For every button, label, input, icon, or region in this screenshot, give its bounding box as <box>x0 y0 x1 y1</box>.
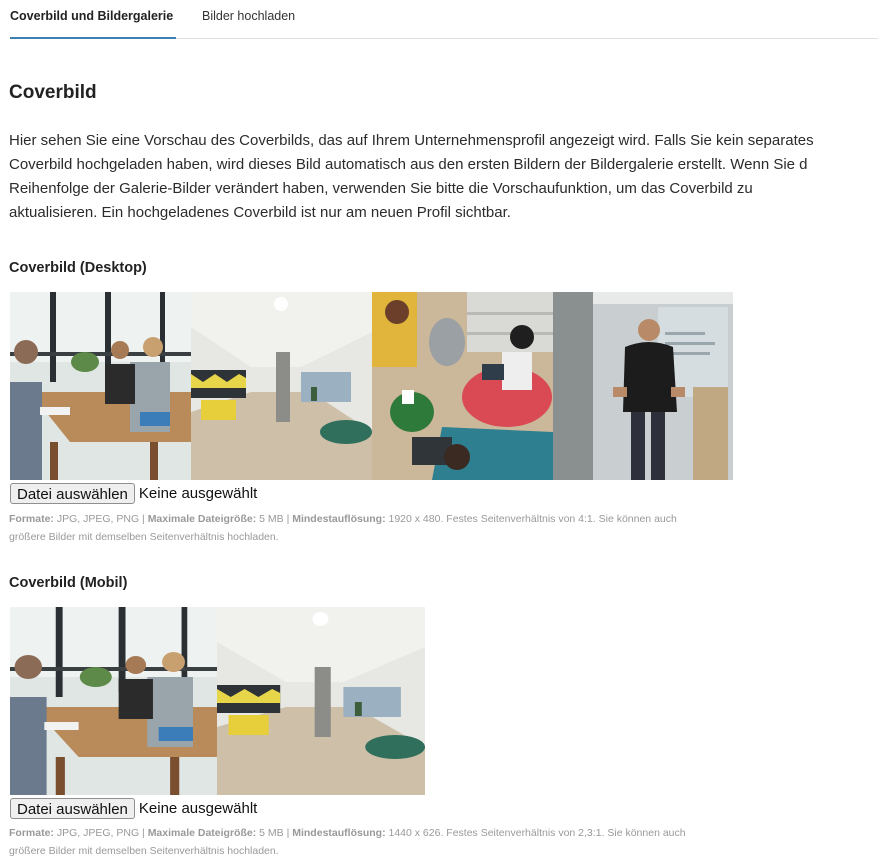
mobile-cover-preview <box>10 607 425 795</box>
desktop-choose-file-button[interactable]: Datei auswählen <box>10 483 135 504</box>
presenter-photo <box>553 292 733 480</box>
intro-line: aktualisieren. Ein hochgeladenes Coverbi… <box>9 204 511 221</box>
hint-resolution-label: Mindestauflösung: <box>292 827 386 839</box>
section-title: Coverbild <box>9 82 97 103</box>
mobile-choose-file-button[interactable]: Datei auswählen <box>10 798 135 819</box>
intro-line: Hier sehen Sie eine Vorschau des Coverbi… <box>9 132 814 149</box>
hint-formats: JPG, JPEG, PNG | <box>53 513 148 525</box>
hint-resolution-label: Mindestauflösung: <box>292 513 386 525</box>
meeting-photo <box>10 292 191 480</box>
tab-coverbild-gallery[interactable]: Coverbild und Bildergalerie <box>10 9 177 39</box>
desktop-cover-title: Coverbild (Desktop) <box>9 260 147 276</box>
hint-size-label: Maximale Dateigröße: <box>147 513 257 525</box>
hint-line: größere Bilder mit demselben Seitenverhä… <box>9 844 279 857</box>
intro-line: Reihenfolge der Galerie-Bilder verändert… <box>9 180 753 197</box>
tab-bar: Coverbild und Bildergalerie Bilder hochl… <box>10 0 878 39</box>
hint-line: Formate: JPG, JPEG, PNG | Maximale Datei… <box>9 511 878 529</box>
mobile-file-status: Keine ausgewählt <box>138 800 258 817</box>
mobile-upload-hint: Formate: JPG, JPEG, PNG | Maximale Datei… <box>9 825 878 860</box>
hint-size: 5 MB | <box>256 827 293 839</box>
hint-line: größere Bilder mit demselben Seitenverhä… <box>9 530 279 543</box>
hint-size: 5 MB | <box>256 513 293 525</box>
desktop-file-status: Keine ausgewählt <box>138 485 258 502</box>
hint-formats: JPG, JPEG, PNG | <box>53 827 148 839</box>
hint-resolution: 1440 x 626. Festes Seitenverhältnis von … <box>385 827 686 839</box>
tab-upload-images[interactable]: Bilder hochladen <box>202 9 295 23</box>
lounge-laptops-photo <box>372 292 553 480</box>
intro-line: Coverbild hochgeladen haben, wird dieses… <box>9 156 808 173</box>
office-hallway-photo <box>217 607 425 795</box>
hint-size-label: Maximale Dateigröße: <box>147 827 257 839</box>
desktop-upload-hint: Formate: JPG, JPEG, PNG | Maximale Datei… <box>9 511 878 546</box>
desktop-cover-preview <box>10 292 733 480</box>
hint-formats-label: Formate: <box>9 513 54 525</box>
mobile-cover-title: Coverbild (Mobil) <box>9 575 128 591</box>
hint-line: Formate: JPG, JPEG, PNG | Maximale Datei… <box>9 825 878 843</box>
desktop-file-input: Datei auswählen Keine ausgewählt <box>10 483 257 504</box>
hint-formats-label: Formate: <box>9 827 54 839</box>
intro-paragraph: Hier sehen Sie eine Vorschau des Coverbi… <box>9 129 878 225</box>
mobile-file-input: Datei auswählen Keine ausgewählt <box>10 798 257 819</box>
meeting-photo <box>10 607 217 795</box>
office-hallway-photo <box>191 292 372 480</box>
hint-resolution: 1920 x 480. Festes Seitenverhältnis von … <box>385 513 677 525</box>
